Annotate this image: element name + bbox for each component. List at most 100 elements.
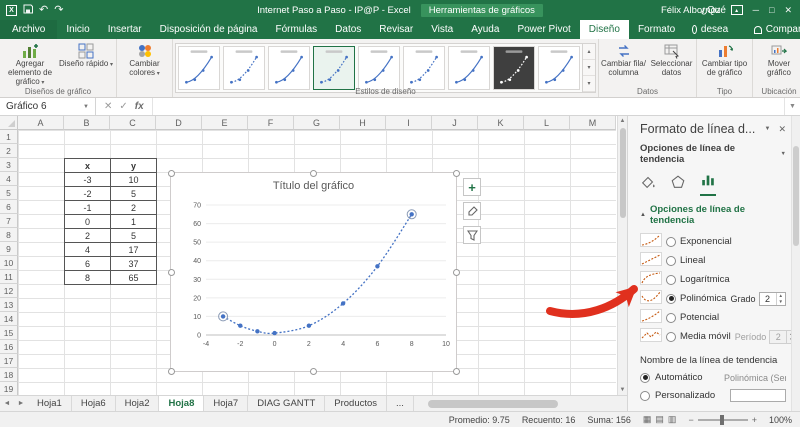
column-header-e[interactable]: E — [202, 116, 248, 130]
select-data-button[interactable]: Seleccionar datos — [648, 41, 696, 87]
switch-row-column-button[interactable]: Cambiar fila/ columna — [600, 41, 648, 87]
sheet-tab-hoja7[interactable]: Hoja7 — [204, 396, 249, 411]
chart-handle[interactable] — [452, 169, 460, 177]
sheet-nav-left-icon[interactable]: ◄ — [0, 396, 14, 411]
exponencial-label[interactable]: Exponencial — [680, 236, 732, 247]
table-cell-r6c1[interactable]: 4 — [65, 243, 111, 257]
zoom-out-icon[interactable]: − — [688, 415, 693, 425]
row-header-8[interactable]: 8 — [0, 228, 18, 242]
vertical-scrollbar[interactable]: ▲ ▼ — [617, 116, 627, 395]
close-icon[interactable]: ✕ — [784, 5, 792, 15]
column-header-j[interactable]: J — [432, 116, 478, 130]
logar-tmica-radio[interactable] — [666, 274, 676, 285]
table-cell-r8c1[interactable]: 8 — [65, 271, 111, 285]
row-header-7[interactable]: 7 — [0, 214, 18, 228]
effects-icon[interactable] — [670, 174, 686, 196]
row-header-19[interactable]: 19 — [0, 382, 18, 395]
sheet-tab-hoja6[interactable]: Hoja6 — [72, 396, 116, 411]
zoom-level[interactable]: 100% — [769, 415, 792, 425]
row-header-6[interactable]: 6 — [0, 200, 18, 214]
row-header-15[interactable]: 15 — [0, 326, 18, 340]
zoom-slider[interactable] — [697, 414, 748, 425]
tab-datos[interactable]: Datos — [326, 20, 370, 39]
table-cell-r3c1[interactable]: -1 — [65, 201, 111, 215]
select-all-corner[interactable] — [0, 116, 18, 130]
contextual-tools-label[interactable]: Herramientas de gráficos — [420, 3, 543, 17]
row-header-11[interactable]: 11 — [0, 270, 18, 284]
quick-layout-button[interactable]: Diseño rápido — [58, 41, 114, 87]
trendline-section-header[interactable]: ▲ Opciones de línea de tendencia — [640, 204, 786, 226]
chart-elements-button[interactable]: + — [463, 178, 481, 196]
column-header-m[interactable]: M — [570, 116, 616, 130]
page-break-view-icon[interactable]: ▥ — [668, 414, 677, 425]
name-box[interactable]: Gráfico 6 ▼ — [0, 98, 96, 115]
sheet-tab-hoja8[interactable]: Hoja8 — [159, 396, 205, 411]
polin-mica-label[interactable]: Polinómica — [680, 293, 726, 304]
table-cell-r2c2[interactable]: 5 — [111, 187, 157, 201]
row-header-14[interactable]: 14 — [0, 312, 18, 326]
vertical-scroll-thumb[interactable] — [619, 128, 626, 218]
sheet-tab-hoja2[interactable]: Hoja2 — [116, 396, 160, 411]
table-cell-r1c1[interactable]: -3 — [65, 173, 111, 187]
column-header-a[interactable]: A — [18, 116, 64, 130]
tab-disposici-n-de-p-gina[interactable]: Disposición de página — [151, 20, 267, 39]
lineal-radio[interactable] — [666, 255, 676, 266]
media-m-vil-label[interactable]: Media móvil — [680, 331, 731, 342]
row-header-9[interactable]: 9 — [0, 242, 18, 256]
chart-style-thumb-9[interactable] — [538, 46, 580, 90]
table-cell-r1c2[interactable]: 10 — [111, 173, 157, 187]
gallery-down-icon[interactable]: ▾ — [583, 60, 595, 76]
column-header-l[interactable]: L — [524, 116, 570, 130]
tab-f-rmulas[interactable]: Fórmulas — [266, 20, 326, 39]
custom-name-input[interactable] — [730, 389, 786, 402]
tab-archivo[interactable]: Archivo — [0, 20, 58, 39]
column-header-c[interactable]: C — [110, 116, 156, 130]
chart-handle[interactable] — [167, 169, 175, 177]
row-header-13[interactable]: 13 — [0, 298, 18, 312]
row-header-3[interactable]: 3 — [0, 158, 18, 172]
pane-close-icon[interactable]: ✕ — [778, 124, 786, 135]
tell-me-search[interactable]: ¿Qué desea hacer? — [684, 5, 744, 54]
tab-dise-o[interactable]: Diseño — [579, 20, 629, 39]
undo-icon[interactable]: ↶ — [39, 4, 48, 16]
potencial-radio[interactable] — [666, 312, 676, 323]
chart-filters-button[interactable] — [463, 226, 481, 244]
table-cell-r6c2[interactable]: 17 — [111, 243, 157, 257]
tab-insertar[interactable]: Insertar — [99, 20, 151, 39]
table-cell-r7c1[interactable]: 6 — [65, 257, 111, 271]
zoom-slider-thumb[interactable] — [719, 414, 724, 425]
add-chart-element-button[interactable]: Agregar elemento de gráfico — [2, 41, 58, 87]
chart-handle[interactable] — [310, 169, 317, 177]
tab-vista[interactable]: Vista — [422, 20, 462, 39]
column-header-k[interactable]: K — [478, 116, 524, 130]
automatic-radio[interactable] — [640, 372, 650, 383]
sheet-nav-right-icon[interactable]: ► — [14, 396, 28, 411]
worksheet[interactable]: ABCDEFGHIJKLM 1 2 3 4 5 6 7 8 9 10 11 12 13 14 15 16 17 1… — [0, 116, 627, 395]
chart-style-thumb-8[interactable] — [493, 46, 535, 90]
pane-category-dropdown-icon[interactable]: ▼ — [781, 151, 786, 157]
horizontal-scrollbar[interactable] — [420, 399, 621, 408]
chart-handle[interactable] — [167, 367, 175, 375]
move-chart-button[interactable]: Mover gráfico — [755, 41, 800, 87]
chart[interactable]: Título del gráfico 0 10 20 30 40 50 60 70 -4 -2 0 2… — [167, 169, 460, 375]
save-icon[interactable] — [23, 4, 33, 17]
row-header-12[interactable]: 12 — [0, 284, 18, 298]
row-header-1[interactable]: 1 — [0, 130, 18, 144]
chart-style-thumb-4[interactable] — [313, 46, 355, 90]
column-header-g[interactable]: G — [294, 116, 340, 130]
horizontal-scroll-thumb[interactable] — [427, 400, 558, 408]
tab-revisar[interactable]: Revisar — [370, 20, 422, 39]
chart-handle[interactable] — [452, 268, 460, 276]
sheet-tab-diag-gantt[interactable]: DIAG GANTT — [248, 396, 326, 411]
tab-inicio[interactable]: Inicio — [57, 20, 98, 39]
scroll-up-icon[interactable]: ▲ — [620, 116, 626, 126]
chart-handle[interactable] — [452, 367, 460, 375]
row-header-5[interactable]: 5 — [0, 186, 18, 200]
gallery-up-icon[interactable]: ▴ — [583, 44, 595, 60]
polin-mica-radio[interactable] — [666, 293, 676, 304]
row-header-18[interactable]: 18 — [0, 368, 18, 382]
logar-tmica-label[interactable]: Logarítmica — [680, 274, 730, 285]
formula-cancel-icon[interactable]: ✕ — [104, 101, 112, 112]
table-cell-r2c1[interactable]: -2 — [65, 187, 111, 201]
pane-category-label[interactable]: Opciones de línea de tendencia — [640, 143, 777, 165]
